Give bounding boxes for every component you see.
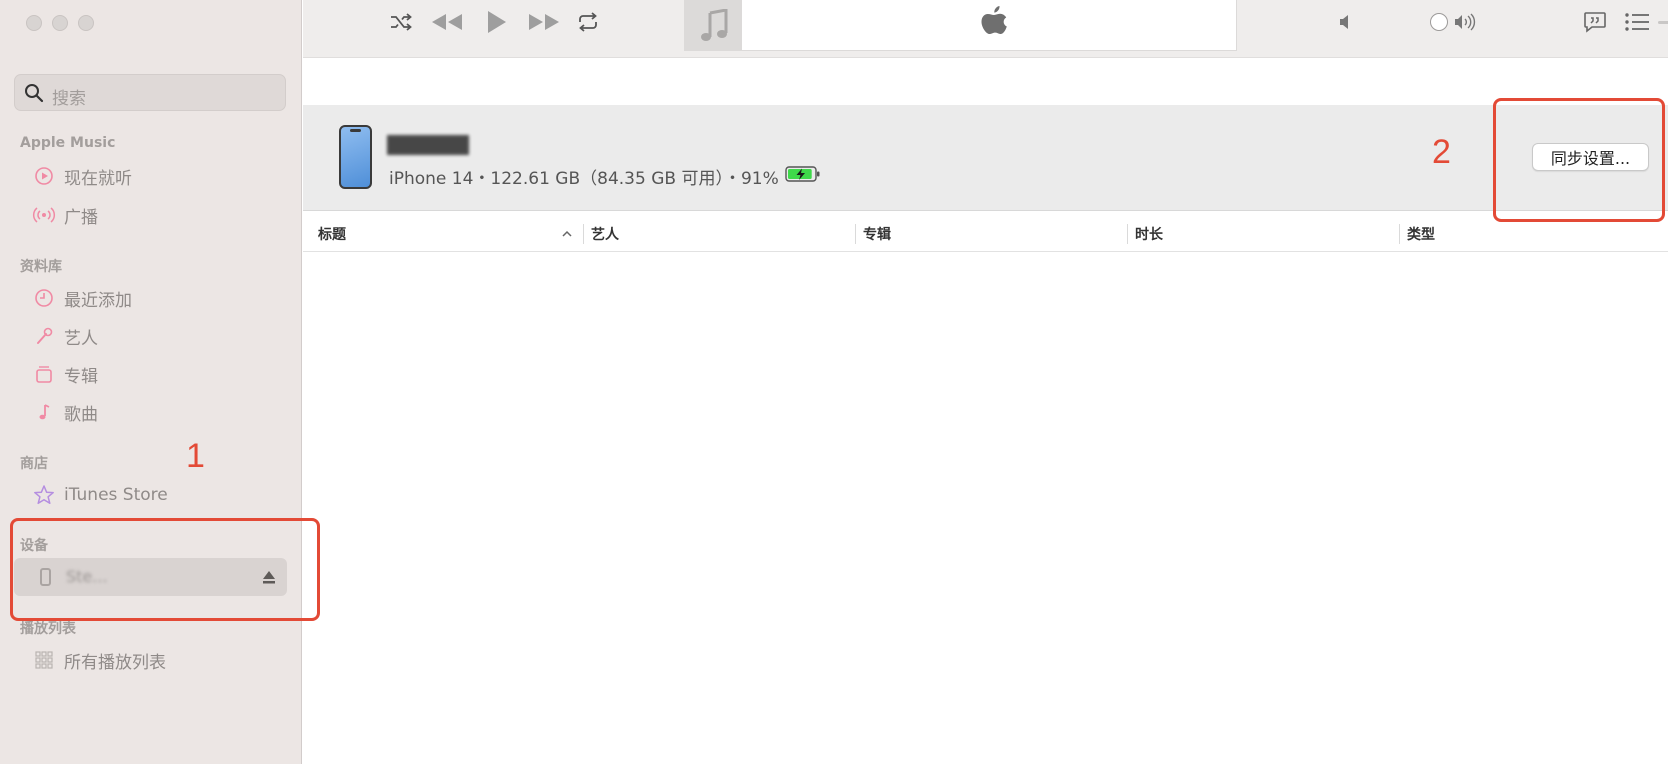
sidebar-item-albums[interactable]: 专辑 [32, 358, 282, 390]
sidebar-item-songs[interactable]: 歌曲 [32, 396, 282, 428]
album-stack-icon [32, 362, 56, 386]
repeat-icon [579, 12, 597, 32]
album-art-placeholder [685, 0, 742, 51]
volume-low-icon [1340, 15, 1348, 29]
star-icon [32, 483, 56, 507]
now-playing-display [684, 0, 1237, 51]
sidebar-item-all-playlists[interactable]: 所有播放列表 [32, 644, 282, 676]
sidebar-item-label: 歌曲 [64, 404, 98, 425]
volume-high-icon [1455, 13, 1476, 31]
shuffle-button[interactable] [386, 8, 416, 36]
music-app-window: 搜索 Apple Music 现在就听 广播 资料库 最近添加 艺人 专辑 歌曲… [0, 0, 1668, 764]
toolbar [303, 0, 1668, 58]
minimize-window-button[interactable] [52, 15, 68, 31]
column-header-genre[interactable]: 类型 [1407, 216, 1435, 252]
close-window-button[interactable] [26, 15, 42, 31]
song-list-empty-area [303, 253, 1668, 764]
sidebar-item-label: 艺人 [64, 328, 98, 349]
column-header-album[interactable]: 专辑 [863, 216, 891, 252]
search-input[interactable]: 搜索 [14, 74, 286, 111]
song-table-header: 标题 艺人 专辑 时长 类型 [303, 216, 1668, 252]
annotation-box-2 [1493, 98, 1665, 222]
section-library: 资料库 [20, 259, 62, 275]
clock-icon [32, 286, 56, 310]
sidebar-item-label: 专辑 [64, 366, 98, 387]
fast-forward-icon [529, 14, 559, 30]
list-icon [1625, 13, 1649, 31]
lyrics-quote-icon [1584, 12, 1606, 33]
microphone-icon [32, 324, 56, 348]
battery-charging-icon [785, 166, 820, 182]
lyrics-button[interactable] [1580, 8, 1610, 36]
sidebar-item-label: 最近添加 [64, 290, 132, 311]
sidebar-item-radio[interactable]: 广播 [32, 199, 282, 231]
column-header-artist[interactable]: 艺人 [591, 216, 619, 252]
sidebar-item-label: 广播 [64, 207, 98, 228]
volume-slider-knob[interactable] [1430, 13, 1448, 31]
annotation-number-1: 1 [186, 437, 205, 475]
sort-ascending-chevron-icon[interactable] [561, 228, 573, 240]
up-next-list-button[interactable] [1621, 8, 1653, 36]
device-name-redacted [387, 135, 469, 155]
device-summary-header: iPhone 14・122.61 GB（84.35 GB 可用）・91% 同步设… [303, 105, 1668, 211]
grid-icon [32, 648, 56, 672]
sidebar-item-artists[interactable]: 艺人 [32, 320, 282, 352]
zoom-window-button[interactable] [78, 15, 94, 31]
repeat-button[interactable] [573, 8, 603, 36]
column-header-title[interactable]: 标题 [318, 216, 346, 252]
music-note-icon [700, 8, 727, 41]
annotation-box-1 [10, 518, 320, 621]
rewind-icon [432, 14, 462, 30]
play-icon [488, 11, 506, 33]
iphone-image [339, 125, 372, 189]
section-store: 商店 [20, 456, 48, 472]
sidebar-item-label: iTunes Store [64, 485, 168, 505]
device-info: iPhone 14・122.61 GB（84.35 GB 可用）・91% [389, 169, 779, 189]
shuffle-icon [391, 13, 412, 31]
music-note-icon [32, 400, 56, 424]
apple-logo-icon [981, 6, 1007, 35]
sidebar-item-label: 现在就听 [64, 168, 132, 189]
sidebar: 搜索 Apple Music 现在就听 广播 资料库 最近添加 艺人 专辑 歌曲… [0, 0, 302, 764]
search-placeholder: 搜索 [52, 89, 86, 109]
sidebar-item-listen-now[interactable]: 现在就听 [32, 160, 282, 192]
sidebar-item-recently-added[interactable]: 最近添加 [32, 282, 282, 314]
volume-slider[interactable] [1658, 21, 1668, 24]
search-icon [25, 84, 44, 103]
play-button[interactable] [481, 8, 511, 36]
annotation-number-2: 2 [1432, 133, 1451, 171]
section-playlists: 播放列表 [20, 621, 76, 637]
next-button[interactable] [523, 8, 565, 36]
sidebar-item-label: 所有播放列表 [64, 652, 166, 673]
sidebar-item-itunes-store[interactable]: iTunes Store [32, 479, 282, 511]
section-apple-music: Apple Music [20, 135, 116, 151]
play-circle-icon [32, 164, 56, 188]
radio-broadcast-icon [32, 203, 56, 227]
column-header-duration[interactable]: 时长 [1135, 216, 1163, 252]
previous-button[interactable] [426, 8, 468, 36]
